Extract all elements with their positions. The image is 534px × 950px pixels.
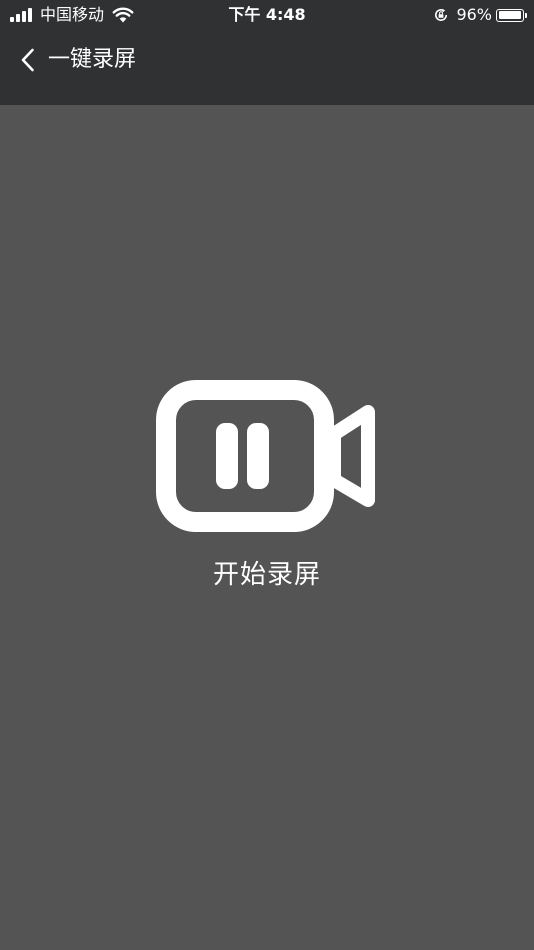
chevron-left-icon[interactable] <box>18 46 38 74</box>
status-right: 96% <box>434 5 527 25</box>
battery-percentage: 96% <box>456 5 492 24</box>
navigation-bar: 一键录屏 <box>0 36 534 84</box>
top-header: 中国移动 下午 4:48 96% 一键录屏 <box>0 0 534 105</box>
start-recording-button[interactable]: 开始录屏 <box>154 378 380 592</box>
video-camera-pause-icon[interactable] <box>154 378 380 534</box>
battery-fill <box>498 11 521 19</box>
back-button[interactable]: 一键录屏 <box>18 42 136 78</box>
record-area: 开始录屏 <box>0 378 534 592</box>
start-recording-label[interactable]: 开始录屏 <box>154 558 380 592</box>
page-title: 一键录屏 <box>48 47 137 72</box>
status-bar: 中国移动 下午 4:48 96% <box>0 0 534 30</box>
battery-icon <box>496 8 527 22</box>
orientation-lock-icon <box>435 8 448 21</box>
